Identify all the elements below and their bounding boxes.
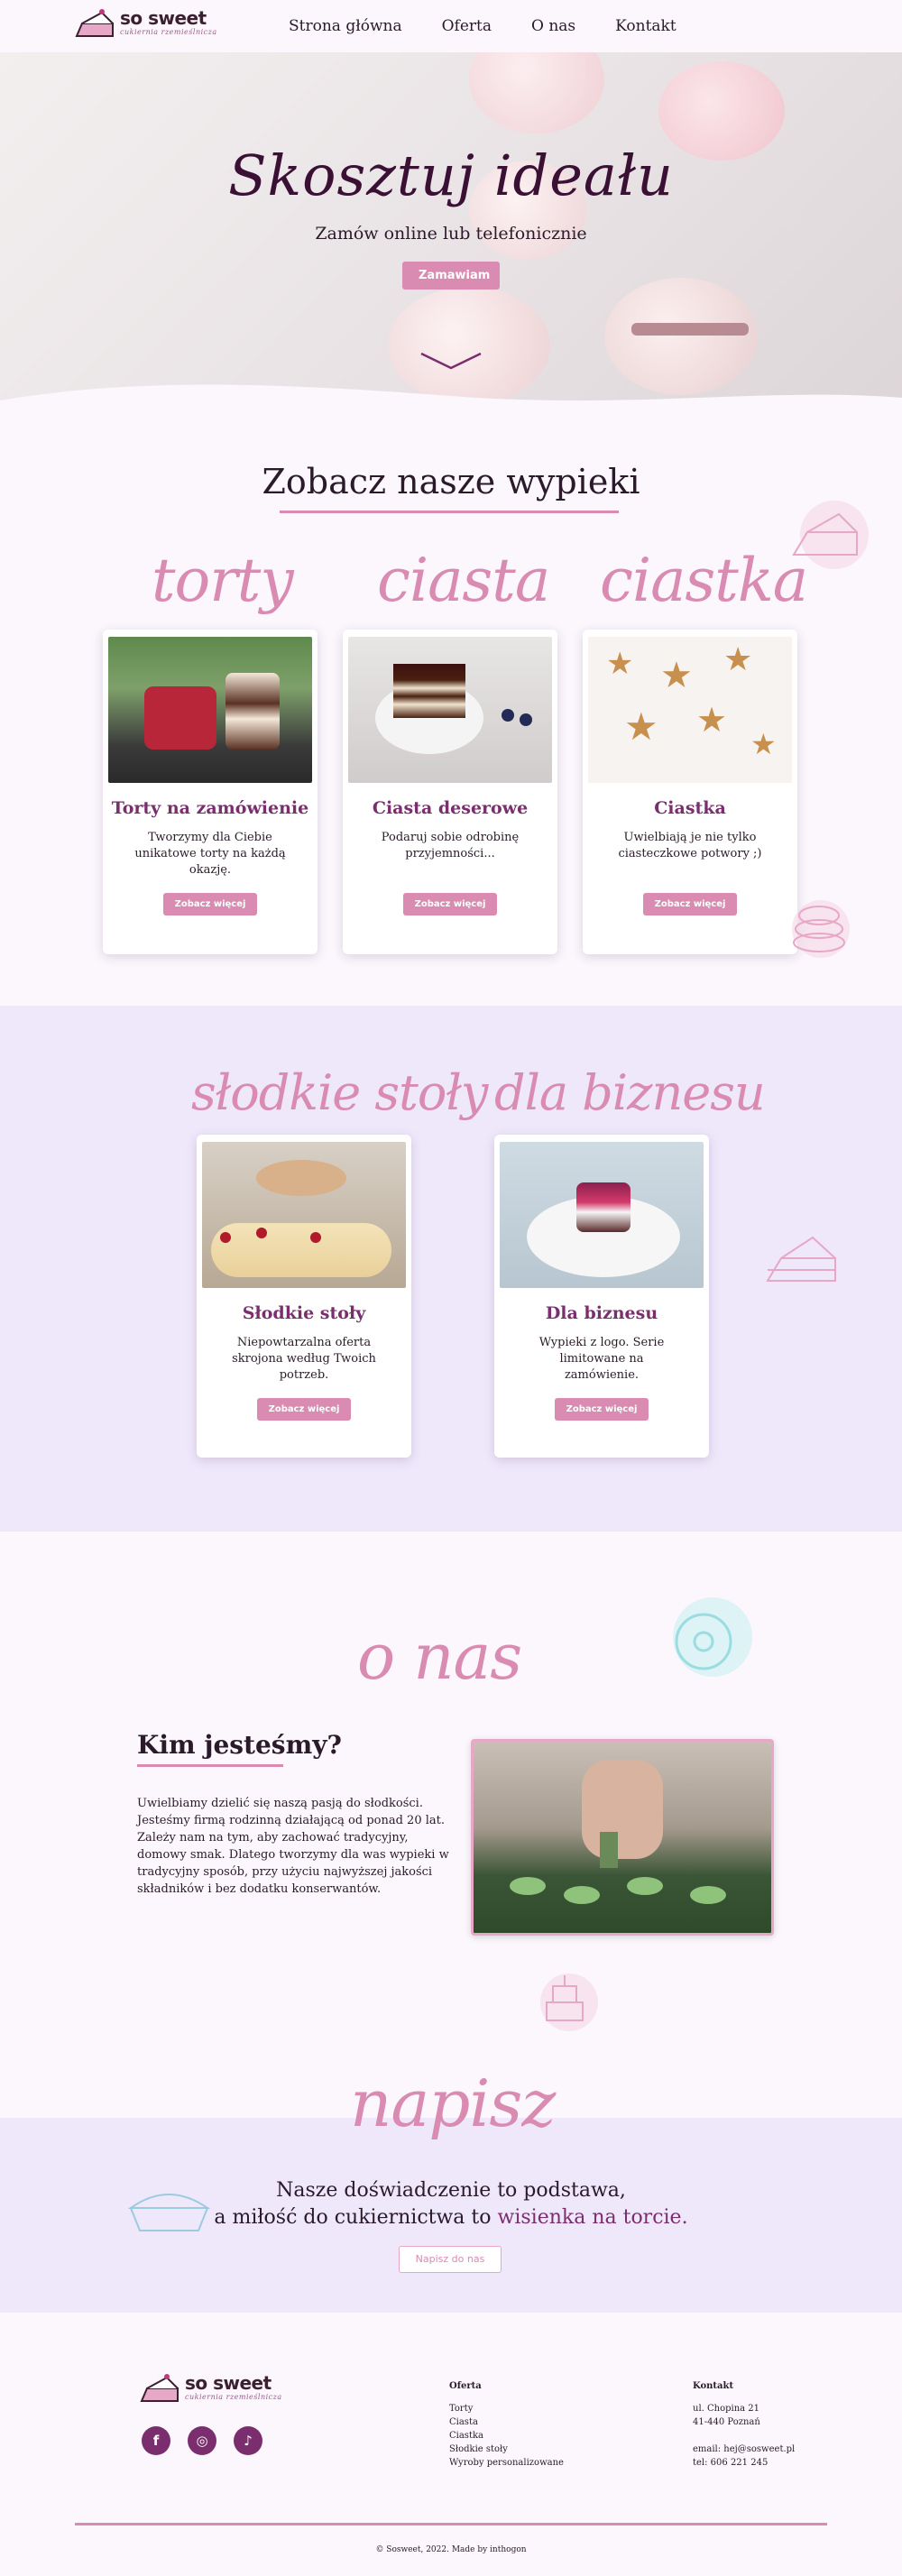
footer-address-1: ul. Chopina 21	[693, 2404, 760, 2414]
footer-spacer	[693, 2429, 795, 2443]
product-card-ciasta: Ciasta deserowe Podaruj sobie odrobinę p…	[343, 630, 557, 954]
title-underline	[280, 511, 619, 513]
footer-link-ciastka[interactable]: Ciastka	[449, 2429, 564, 2443]
card-title: Słodkie stoły	[242, 1303, 366, 1323]
script-heading-ciasta: ciasta	[377, 546, 550, 615]
main-menu: Strona główna Oferta O nas Kontakt	[289, 17, 676, 35]
donut-stack-decor-icon	[792, 900, 850, 958]
card-description: Uwielbiają je nie tylko ciasteczkowe pot…	[618, 831, 762, 860]
copyright: © Sosweet, 2022. Made by inthogon	[375, 2545, 527, 2554]
card-description: Tworzymy dla Ciebie unikatowe torty na k…	[134, 831, 286, 877]
business-cake-photo	[500, 1142, 704, 1288]
sweet-table-photo	[202, 1142, 406, 1288]
footer-offer: Oferta Torty Ciasta Ciastka Słodkie stoł…	[449, 2379, 564, 2470]
write-to-us-button[interactable]: Napisz do nas	[399, 2246, 502, 2273]
cakes-photo	[108, 637, 312, 783]
section-title-products: Zobacz nasze wypieki	[262, 462, 640, 501]
menu-item-home[interactable]: Strona główna	[289, 17, 402, 35]
facebook-icon[interactable]: f	[142, 2426, 170, 2455]
tagline-text: a miłość do cukiernictwa to	[214, 2206, 498, 2229]
tagline-line-2: a miłość do cukiernictwa to wisienka na …	[0, 2204, 902, 2231]
product-card-torty: Torty na zamówienie Tworzymy dla Ciebie …	[103, 630, 318, 954]
cookies-photo: ★ ★ ★ ★ ★ ★	[588, 637, 792, 783]
wave-divider	[0, 384, 902, 413]
macaron-piping-photo	[471, 1739, 774, 1936]
cake-slice-decor-icon	[766, 1236, 836, 1282]
tagline-line-1: Nasze doświadczenie to podstawa,	[276, 2179, 626, 2202]
see-more-button[interactable]: Zobacz więcej	[163, 893, 257, 915]
brand-name: so sweet	[120, 6, 207, 29]
footer-link-personalizowane[interactable]: Wyroby personalizowane	[449, 2456, 564, 2470]
script-heading-slodkie-stoly: słodkie stoły	[191, 1064, 488, 1121]
see-more-button[interactable]: Zobacz więcej	[555, 1398, 649, 1421]
card-description: Podaruj sobie odrobinę przyjemności...	[381, 831, 520, 860]
heading-underline	[137, 1764, 283, 1767]
brand-tagline: cukiernia rzemieślnicza	[120, 27, 217, 36]
macaron-image	[631, 323, 749, 336]
hero-title: Skosztuj ideału	[228, 143, 674, 208]
menu-item-contact[interactable]: Kontakt	[615, 17, 676, 35]
card-description: Wypieki z logo. Serie limitowane na zamó…	[538, 1336, 665, 1382]
card-title: Ciasta deserowe	[372, 798, 529, 818]
footer-phone[interactable]: tel: 606 221 245	[693, 2456, 795, 2470]
card-title: Ciastka	[654, 798, 726, 818]
about-heading: Kim jesteśmy?	[137, 1730, 342, 1760]
card-title: Dla biznesu	[545, 1303, 658, 1323]
product-card-dla-biznesu: Dla biznesu Wypieki z logo. Serie limito…	[494, 1135, 709, 1458]
tiered-cake-decor-icon	[540, 1973, 598, 2031]
menu-item-offer[interactable]: Oferta	[442, 17, 492, 35]
footer-address-2: 41-440 Poznań	[693, 2417, 760, 2427]
footer-email[interactable]: email: hej@sosweet.pl	[693, 2443, 795, 2456]
see-more-button[interactable]: Zobacz więcej	[403, 893, 497, 915]
card-title: Torty na zamówienie	[111, 798, 309, 818]
chevron-down-icon[interactable]	[419, 352, 483, 370]
see-more-button[interactable]: Zobacz więcej	[643, 893, 737, 915]
about-paragraph: Uwielbiamy dzielić się naszą pasją do sł…	[137, 1797, 449, 1896]
tagline-accent: wisienka na torcie.	[497, 2206, 688, 2229]
see-more-button[interactable]: Zobacz więcej	[257, 1398, 351, 1421]
hero-banner: Skosztuj ideału Zamów online lub telefon…	[0, 52, 902, 413]
script-heading-dla-biznesu: dla biznesu	[494, 1064, 766, 1121]
cake-slice-photo	[348, 637, 552, 783]
brand-name: so sweet	[185, 2371, 272, 2394]
footer-divider	[75, 2523, 827, 2525]
footer-link-ciasta[interactable]: Ciasta	[449, 2415, 564, 2429]
footer-logo[interactable]: so sweet cukiernia rzemieślnicza	[140, 2372, 282, 2403]
donut-decor-icon	[673, 1597, 752, 1677]
contact-tagline: Nasze doświadczenie to podstawa, a miłoś…	[0, 2177, 902, 2231]
tiktok-icon[interactable]: ♪	[234, 2426, 262, 2455]
cake-logo-icon	[140, 2374, 179, 2402]
instagram-icon[interactable]: ◎	[188, 2426, 216, 2455]
menu-item-about[interactable]: O nas	[531, 17, 575, 35]
script-heading-napisz: napisz	[350, 2065, 556, 2141]
footer-link-torty[interactable]: Torty	[449, 2402, 564, 2415]
hero-subtitle: Zamów online lub telefonicznie	[315, 224, 587, 244]
card-description: Niepowtarzalna oferta skrojona według Tw…	[232, 1336, 376, 1382]
logo[interactable]: so sweet cukiernia rzemieślnicza	[75, 7, 217, 38]
order-button[interactable]: Zamawiam	[402, 262, 500, 290]
script-heading-torty: torty	[152, 546, 294, 615]
top-nav: so sweet cukiernia rzemieślnicza Strona …	[0, 0, 902, 52]
product-card-ciastka: ★ ★ ★ ★ ★ ★ Ciastka Uwielbiają je nie ty…	[583, 630, 797, 954]
script-heading-ciastka: ciastka	[600, 546, 808, 615]
macaron-image	[469, 52, 604, 133]
brand-tagline: cukiernia rzemieślnicza	[185, 2392, 282, 2401]
footer-link-slodkie-stoly[interactable]: Słodkie stoły	[449, 2443, 564, 2456]
script-heading-o-nas: o nas	[357, 1620, 522, 1694]
cake-logo-icon	[75, 9, 114, 37]
product-card-slodkie-stoly: Słodkie stoły Niepowtarzalna oferta skro…	[197, 1135, 411, 1458]
footer-offer-heading: Oferta	[449, 2381, 482, 2391]
footer-contact-heading: Kontakt	[693, 2381, 734, 2391]
footer-contact: Kontakt ul. Chopina 21 41-440 Poznań ema…	[693, 2379, 795, 2470]
